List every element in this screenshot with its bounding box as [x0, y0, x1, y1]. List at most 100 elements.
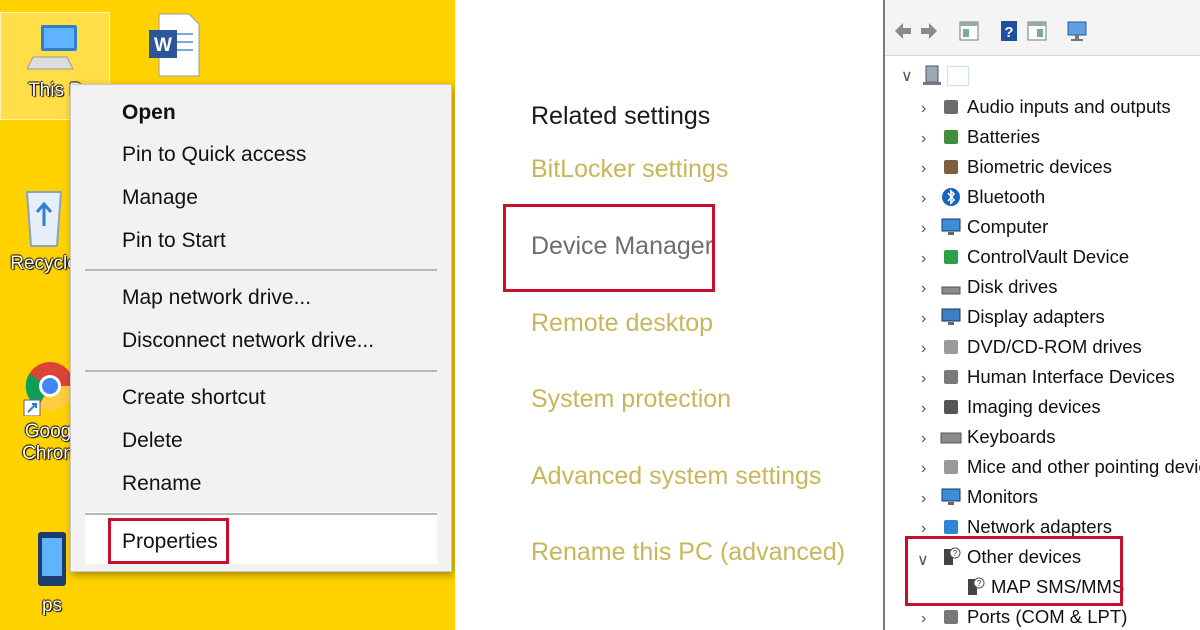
speaker-icon — [944, 100, 958, 114]
tree-category-item[interactable]: › Monitors — [885, 484, 1200, 512]
chevron-right-icon[interactable]: › — [921, 490, 926, 508]
related-settings-panel: Related settings BitLocker settings Devi… — [455, 0, 883, 630]
chevron-right-icon[interactable]: › — [921, 160, 926, 178]
tree-item-label: ControlVault Device — [967, 246, 1130, 267]
mouse-icon — [944, 460, 958, 474]
tree-item-label: Biometric devices — [967, 156, 1112, 177]
menu-item-open[interactable]: Open — [122, 100, 176, 126]
tree-category-item[interactable]: › Human Interface Devices — [885, 364, 1200, 392]
chevron-right-icon[interactable]: › — [921, 130, 926, 148]
advanced-system-settings-link[interactable]: Advanced system settings — [531, 462, 821, 491]
monitor-icon — [941, 488, 961, 505]
chevron-right-icon[interactable]: › — [921, 310, 926, 328]
menu-separator — [85, 370, 437, 372]
chevron-right-icon[interactable]: › — [921, 340, 926, 358]
tree-category-item[interactable]: › Computer — [885, 214, 1200, 242]
tree-category-item[interactable]: › Disk drives — [885, 274, 1200, 302]
rename-this-pc-link[interactable]: Rename this PC (advanced) — [531, 538, 845, 567]
camera-icon — [944, 400, 958, 414]
device-manager-window: ? ∨ › Audio inputs and outputs › Batteries ›… — [883, 0, 1200, 630]
battery-icon — [944, 130, 958, 144]
chevron-right-icon[interactable]: › — [921, 190, 926, 208]
tree-item-label: Ports (COM & LPT) — [967, 606, 1128, 627]
scan-hardware-icon[interactable] — [1065, 19, 1089, 43]
back-arrow-icon[interactable] — [891, 19, 915, 43]
keyboard-icon — [940, 432, 962, 444]
svg-text:W: W — [154, 35, 172, 56]
tree-category-item[interactable]: › Bluetooth — [885, 184, 1200, 212]
shortcut-label: ps — [41, 595, 63, 616]
bluetooth-icon — [942, 188, 960, 206]
properties-icon[interactable] — [957, 19, 981, 43]
recycle-bin-icon — [25, 191, 63, 247]
chrome-icon — [23, 362, 75, 417]
bitlocker-settings-link[interactable]: BitLocker settings — [531, 155, 728, 184]
desktop: This P W Recycle Goog Chron ps Open Pin … — [0, 0, 455, 630]
menu-item-disconnect-network-drive[interactable]: Disconnect network drive... — [122, 328, 374, 354]
chevron-right-icon[interactable]: › — [921, 280, 926, 298]
svg-text:?: ? — [1004, 24, 1013, 41]
network-adapter-icon — [944, 520, 958, 534]
remote-desktop-link[interactable]: Remote desktop — [531, 309, 713, 338]
tree-category-item[interactable]: › Display adapters — [885, 304, 1200, 332]
chevron-right-icon[interactable]: › — [921, 610, 926, 628]
context-menu: Open Pin to Quick access Manage Pin to S… — [70, 84, 452, 572]
tree-category-item[interactable]: › Ports (COM & LPT) — [885, 604, 1200, 630]
menu-separator — [85, 269, 437, 271]
menu-item-manage[interactable]: Manage — [122, 185, 198, 211]
menu-item-delete[interactable]: Delete — [122, 428, 183, 454]
computer-root-icon — [923, 65, 941, 85]
word-document-desktop-icon[interactable]: W — [125, 12, 221, 82]
tree-category-item[interactable]: › Audio inputs and outputs — [885, 94, 1200, 122]
disk-drive-icon — [941, 286, 961, 295]
hid-icon — [944, 370, 958, 384]
menu-item-rename[interactable]: Rename — [122, 471, 201, 497]
tree-item-label: Audio inputs and outputs — [967, 96, 1171, 117]
system-protection-link[interactable]: System protection — [531, 385, 731, 414]
shortcut-icon — [38, 532, 66, 586]
chevron-right-icon[interactable]: › — [921, 250, 926, 268]
tree-category-item[interactable]: › ControlVault Device — [885, 244, 1200, 272]
chevron-right-icon[interactable]: › — [921, 460, 926, 478]
tree-item-label: DVD/CD-ROM drives — [967, 336, 1142, 357]
port-icon — [944, 610, 958, 624]
related-settings-heading: Related settings — [531, 102, 711, 130]
tree-item-label: Imaging devices — [967, 396, 1101, 417]
tree-category-item[interactable]: › DVD/CD-ROM drives — [885, 334, 1200, 362]
biometric-icon — [944, 160, 958, 174]
tree-item-label: Monitors — [967, 486, 1038, 507]
chevron-down-icon[interactable]: ∨ — [901, 66, 913, 86]
this-pc-icon — [26, 25, 77, 70]
help-icon[interactable]: ? — [997, 19, 1021, 43]
tree-category-item[interactable]: › Biometric devices — [885, 154, 1200, 182]
display-adapter-icon — [941, 308, 961, 325]
menu-separator — [85, 513, 437, 515]
menu-item-map-network-drive[interactable]: Map network drive... — [122, 285, 311, 311]
tree-item-label: Mice and other pointing devices — [967, 456, 1200, 477]
menu-item-create-shortcut[interactable]: Create shortcut — [122, 385, 266, 411]
menu-item-pin-start[interactable]: Pin to Start — [122, 228, 226, 254]
chevron-right-icon[interactable]: › — [921, 400, 926, 418]
tree-item-label: Computer — [967, 216, 1049, 237]
chevron-right-icon[interactable]: › — [921, 220, 926, 238]
tree-category-item[interactable]: › Imaging devices — [885, 394, 1200, 422]
tree-category-item[interactable]: › Batteries — [885, 124, 1200, 152]
dvd-drive-icon — [944, 340, 958, 354]
menu-item-pin-quick-access[interactable]: Pin to Quick access — [122, 142, 306, 168]
computer-icon — [941, 218, 961, 235]
chevron-right-icon[interactable]: › — [921, 100, 926, 118]
chevron-right-icon[interactable]: › — [921, 430, 926, 448]
device-manager-highlight-box — [503, 204, 715, 292]
computer-name-field — [947, 66, 969, 86]
tree-category-item[interactable]: › Keyboards — [885, 424, 1200, 452]
tree-category-item[interactable]: › Mice and other pointing devices — [885, 454, 1200, 482]
other-devices-highlight-box — [905, 536, 1123, 606]
properties-highlight-box — [108, 518, 229, 564]
tree-item-label: Human Interface Devices — [967, 366, 1175, 387]
tree-item-label: Keyboards — [967, 426, 1056, 447]
update-driver-icon[interactable] — [1025, 19, 1049, 43]
tree-item-label: Network adapters — [967, 516, 1112, 537]
chevron-right-icon[interactable]: › — [921, 370, 926, 388]
controlvault-icon — [944, 250, 958, 264]
forward-arrow-icon[interactable] — [917, 19, 941, 43]
